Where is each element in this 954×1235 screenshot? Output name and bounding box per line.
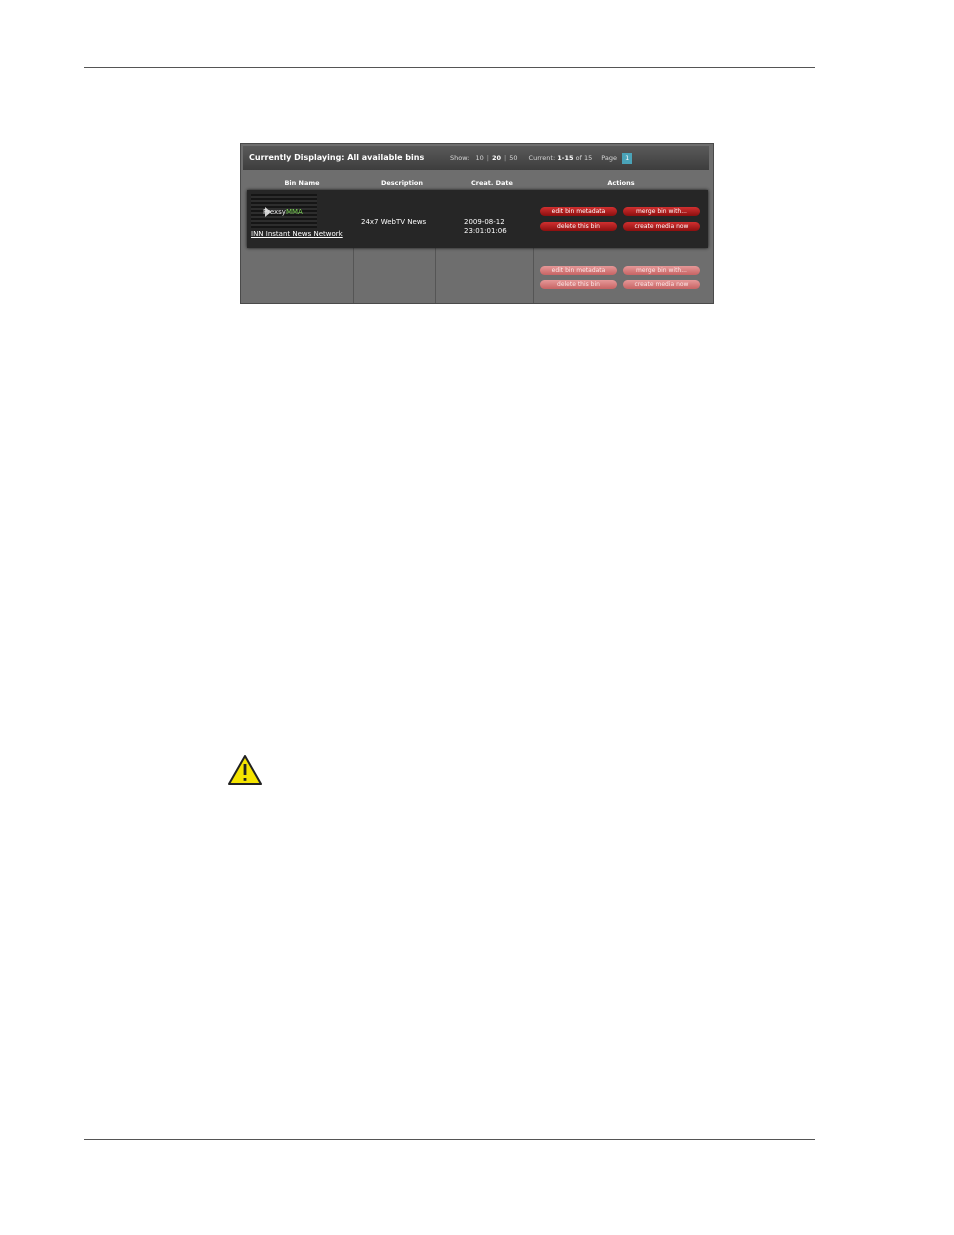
show-label: Show: [450,154,470,162]
current-label: Current: [528,154,556,162]
top-rule [84,67,815,68]
warning-triangle-icon [228,755,262,785]
bin-thumbnail[interactable]: PrexsyMMA [251,194,317,228]
bottom-rule [84,1139,815,1140]
current-range: 1-15 [557,154,574,162]
page-number-button[interactable]: 1 [622,153,633,164]
panel-header: Currently Displaying: All available bins… [243,146,709,170]
show-option-10[interactable]: 10 [475,154,483,162]
bin-description: 24x7 WebTV News [361,218,427,226]
of-label: of [575,154,582,162]
merge-bin-button[interactable]: merge bin with... [623,266,700,275]
table-row: PrexsyMMA INN Instant News Network 24x7 … [247,190,708,248]
create-media-button[interactable]: create media now [623,222,700,231]
column-header-actions: Actions [607,179,635,187]
edit-bin-metadata-button[interactable]: edit bin metadata [540,207,617,216]
show-option-20[interactable]: 20 [492,154,501,162]
total-count: 15 [583,154,593,162]
bin-creation-date: 2009-08-12 23:01:01:06 [464,218,507,236]
create-media-button[interactable]: create media now [623,280,700,289]
show-option-50[interactable]: 50 [509,154,517,162]
bins-panel: Currently Displaying: All available bins… [240,143,714,304]
column-header-date[interactable]: Creat. Date [437,179,547,187]
edit-bin-metadata-button[interactable]: edit bin metadata [540,266,617,275]
column-header-description[interactable]: Description [354,179,450,187]
delete-bin-button[interactable]: delete this bin [540,222,617,231]
bin-name-link[interactable]: INN Instant News Network [251,230,343,238]
time-value: 23:01:01:06 [464,227,507,235]
date-value: 2009-08-12 [464,218,505,226]
column-header-bin-name[interactable]: Bin Name [253,179,351,187]
pager: Show: 10 | 20 | 50 Current: 1-15 of 15 Page … [450,153,633,164]
merge-bin-button[interactable]: merge bin with... [623,207,700,216]
page-label: Page [601,154,618,162]
thumbnail-logo: PrexsyMMA [263,208,303,216]
delete-bin-button[interactable]: delete this bin [540,280,617,289]
panel-title: Currently Displaying: All available bins [249,153,425,162]
